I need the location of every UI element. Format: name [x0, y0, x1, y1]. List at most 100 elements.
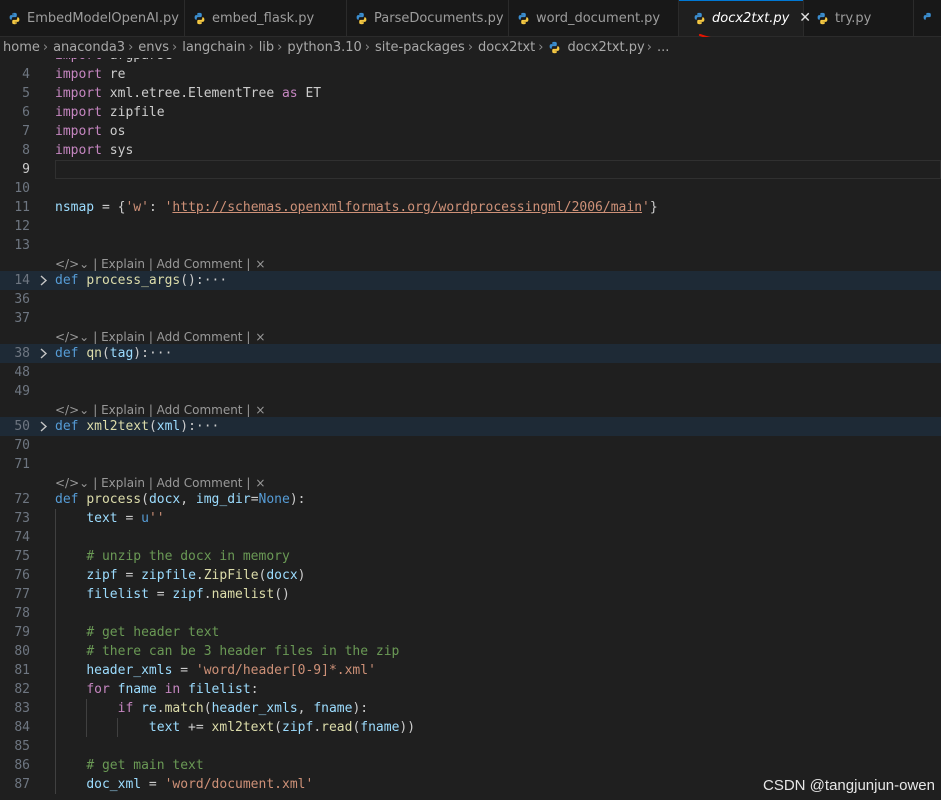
code-line: 7 import os — [0, 122, 941, 141]
chevron-down-icon: ⌄ — [79, 403, 90, 417]
tab-label: try.py — [835, 10, 872, 26]
chevron-right-icon: › — [128, 40, 134, 55]
chevron-down-icon: ⌄ — [79, 476, 90, 490]
tab-embedmodelopenai[interactable]: EmbedModelOpenAI.py — [0, 0, 185, 36]
tab-docx2txt[interactable]: docx2txt.py ✕ — [679, 0, 811, 36]
code-text: for fname in filelist: — [86, 682, 259, 697]
folded-code-line: 50 def xml2text(xml):··· — [0, 417, 941, 436]
line-number: 73 — [14, 511, 30, 526]
code-icon: </> — [55, 257, 80, 271]
close-icon[interactable]: × — [255, 257, 265, 271]
line-number: 48 — [14, 365, 30, 380]
tab-try[interactable]: try.py — [804, 0, 914, 36]
line-number: 9 — [22, 162, 30, 177]
tab-label: docx2txt.py — [712, 10, 790, 26]
code-icon: </> — [55, 476, 80, 490]
line-number: 77 — [14, 587, 30, 602]
code-text: import re — [55, 67, 126, 82]
line-number: 80 — [14, 644, 30, 659]
chevron-right-icon: › — [172, 40, 178, 55]
chevron-right-icon: › — [538, 40, 544, 55]
line-number: 87 — [14, 777, 30, 792]
folded-code-line: 38 def qn(tag):··· — [0, 344, 941, 363]
close-icon[interactable]: × — [255, 476, 265, 490]
line-number: 50 — [14, 419, 30, 434]
line-number: 36 — [14, 292, 30, 307]
breadcrumb-item[interactable]: langchain — [179, 40, 246, 55]
code-line: 13 — [0, 236, 941, 255]
code-line: 78 — [0, 604, 941, 623]
code-line: 80 # there can be 3 header files in the … — [0, 642, 941, 661]
breadcrumb-ellipsis[interactable]: ... — [654, 40, 670, 55]
breadcrumb-item[interactable]: python3.10 — [284, 40, 362, 55]
chevron-right-icon[interactable] — [38, 344, 50, 363]
line-number: 85 — [14, 739, 30, 754]
line-number: 84 — [14, 720, 30, 735]
code-line: 48 — [0, 363, 941, 382]
line-number: 7 — [22, 124, 30, 139]
line-number: 71 — [14, 457, 30, 472]
line-number: 75 — [14, 549, 30, 564]
breadcrumb-item[interactable]: anaconda3 — [50, 40, 126, 55]
code-text: import zipfile — [55, 105, 165, 120]
chevron-right-icon[interactable] — [38, 417, 50, 436]
line-number: 6 — [22, 105, 30, 120]
line-number: 11 — [14, 200, 30, 215]
code-text: def qn(tag):··· — [55, 346, 173, 361]
code-line: import argparse — [0, 58, 941, 65]
python-file-icon — [194, 12, 205, 24]
code-text: # there can be 3 header files in the zip — [86, 644, 400, 659]
code-text: header_xmls = 'word/header[0-9]*.xml' — [86, 663, 376, 678]
codelens-actions[interactable]: | Explain | Add Comment | — [93, 330, 250, 344]
breadcrumb-file[interactable]: docx2txt.py — [545, 40, 645, 55]
codelens-actions[interactable]: | Explain | Add Comment | — [93, 476, 250, 490]
indent-guide — [55, 528, 56, 547]
line-number: 10 — [14, 181, 30, 196]
chevron-right-icon: › — [646, 40, 652, 55]
chevron-down-icon: ⌄ — [79, 257, 90, 271]
indent-guide — [55, 737, 56, 756]
current-code-line: 9 — [0, 160, 941, 179]
code-text: text = u'' — [86, 511, 165, 526]
watermark: CSDN @tangjunjun-owen — [763, 777, 935, 794]
code-text: if re.match(header_xmls, fname): — [117, 701, 369, 716]
code-text: zipf = zipfile.ZipFile(docx) — [86, 568, 306, 583]
code-text: filelist = zipf.namelist() — [86, 587, 290, 602]
codelens-actions[interactable]: | Explain | Add Comment | — [93, 403, 250, 417]
code-line: 10 — [0, 179, 941, 198]
codelens-actions[interactable]: | Explain | Add Comment | — [93, 257, 250, 271]
tab-word-document[interactable]: word_document.py — [509, 0, 679, 36]
code-line: 75 # unzip the docx in memory — [0, 547, 941, 566]
code-editor[interactable]: import argparse 4 import re 5 import xml… — [0, 58, 941, 800]
current-line-highlight — [55, 160, 941, 179]
tab-embed-flask[interactable]: embed_flask.py — [185, 0, 347, 36]
tab-parsedocuments[interactable]: ParseDocuments.py — [347, 0, 509, 36]
code-text: def process(docx, img_dir=None): — [55, 492, 306, 507]
code-line: 71 — [0, 455, 941, 474]
chevron-right-icon: › — [42, 40, 49, 55]
code-line: 81 header_xmls = 'word/header[0-9]*.xml' — [0, 661, 941, 680]
line-number: 76 — [14, 568, 30, 583]
tab-label: word_document.py — [536, 10, 661, 26]
code-line: 5 import xml.etree.ElementTree as ET — [0, 84, 941, 103]
chevron-right-icon[interactable] — [38, 271, 50, 290]
python-file-icon — [356, 12, 367, 24]
breadcrumb-item[interactable]: lib — [256, 40, 275, 55]
code-line: 6 import zipfile — [0, 103, 941, 122]
line-number: 86 — [14, 758, 30, 773]
line-number: 12 — [14, 219, 30, 234]
close-icon[interactable]: × — [255, 403, 265, 417]
breadcrumb-item[interactable]: site-packages — [372, 40, 466, 55]
breadcrumb-item[interactable]: docx2txt — [475, 40, 536, 55]
close-icon[interactable]: × — [255, 330, 265, 344]
breadcrumb-file-label: docx2txt.py — [567, 40, 645, 55]
python-file-icon — [694, 12, 705, 24]
line-number: 74 — [14, 530, 30, 545]
breadcrumb-item[interactable]: envs — [135, 40, 170, 55]
tab-label: embed_flask.py — [212, 10, 315, 26]
tab-overflow[interactable] — [914, 0, 941, 36]
breadcrumb-item[interactable]: home — [0, 40, 41, 55]
code-line: 8 import sys — [0, 141, 941, 160]
code-line: 84 text += xml2text(zipf.read(fname)) — [0, 718, 941, 737]
line-number: 81 — [14, 663, 30, 678]
